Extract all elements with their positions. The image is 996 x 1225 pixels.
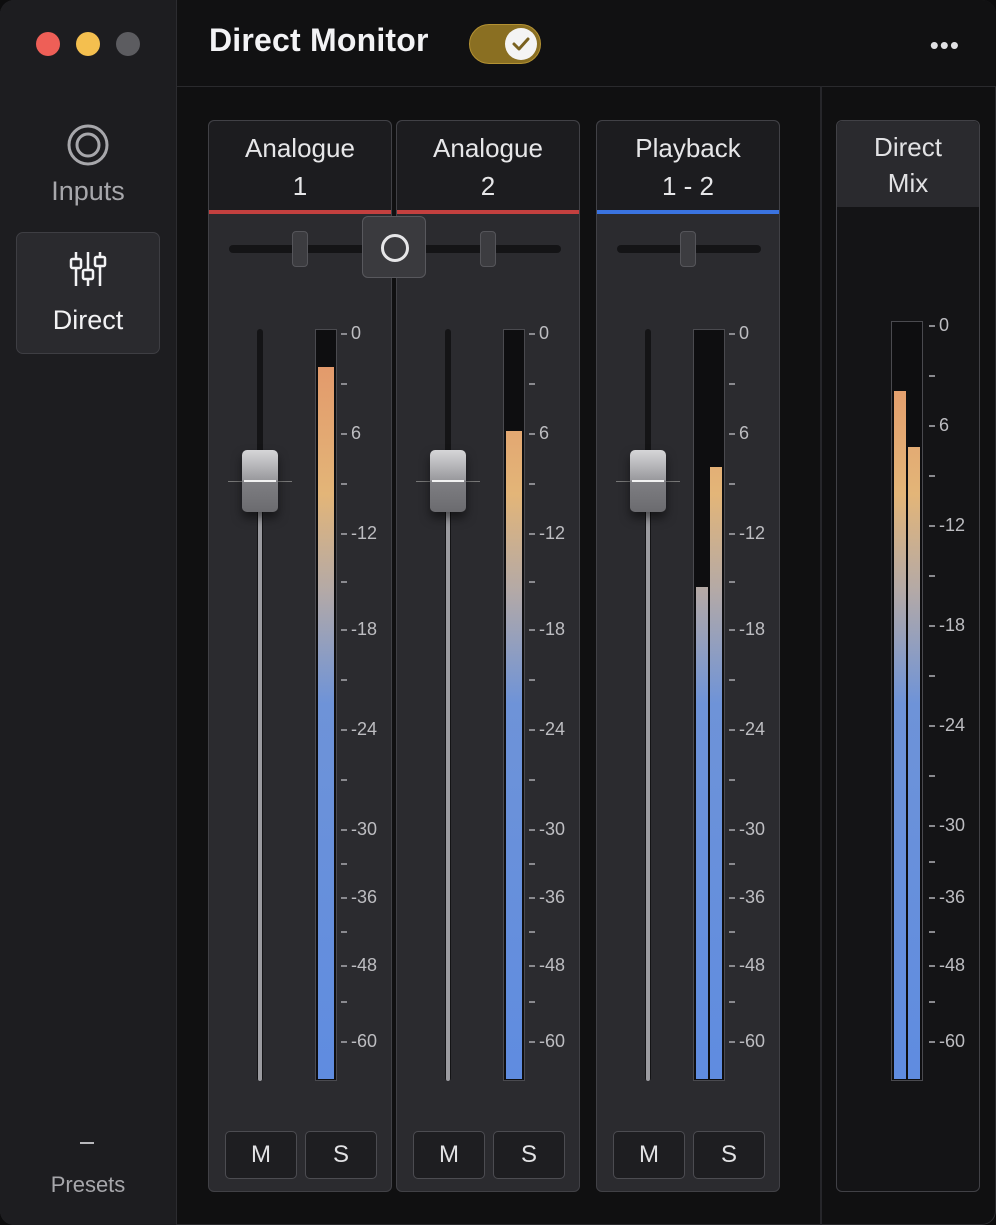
mix-divider <box>820 86 822 1225</box>
volume-fader[interactable] <box>257 329 263 1081</box>
checkmark-icon <box>512 37 530 51</box>
presets-collapse-icon[interactable] <box>80 1142 94 1144</box>
close-window-button[interactable] <box>36 32 60 56</box>
inputs-icon <box>65 122 111 173</box>
sidebar: Inputs Direct Presets <box>0 0 177 1225</box>
presets-label[interactable]: Presets <box>0 1172 176 1198</box>
mute-button[interactable]: M <box>225 1131 297 1179</box>
minimize-window-button[interactable] <box>76 32 100 56</box>
app-window: Inputs Direct Presets Direct Monitor •••… <box>0 0 996 1225</box>
page-title: Direct Monitor <box>209 22 429 58</box>
mix-name-line1: Direct <box>874 132 942 162</box>
volume-fader[interactable] <box>645 329 651 1081</box>
fader-handle[interactable] <box>630 450 666 512</box>
link-circle-icon <box>381 234 409 262</box>
channel-color-strip <box>397 210 579 214</box>
sidebar-item-inputs[interactable]: Inputs <box>16 106 160 228</box>
stereo-link-button[interactable] <box>362 216 426 278</box>
fader-handle[interactable] <box>242 450 278 512</box>
channel-strip-playback-1-2: Playback 1 - 2 0 6 -12 -18 -24 -30 -36 -… <box>596 120 780 1192</box>
mix-name-line2: Mix <box>887 168 929 198</box>
toggle-knob <box>505 28 537 60</box>
zoom-window-button[interactable] <box>116 32 140 56</box>
header: Direct Monitor ••• <box>177 0 996 87</box>
volume-fader[interactable] <box>445 329 451 1081</box>
sidebar-item-label: Direct <box>52 305 124 335</box>
mix-name: Direct Mix <box>837 121 979 207</box>
direct-mix-panel: Direct Mix 0 6 -12 -18 -24 -30 -36 -48 -… <box>836 120 980 1192</box>
channel-name: Analogue 2 <box>397 121 579 213</box>
channel-name-line2: 1 <box>292 171 308 201</box>
solo-button[interactable]: S <box>493 1131 565 1179</box>
channel-name: Analogue 1 <box>209 121 391 213</box>
channel-strip-analogue-2: Analogue 2 0 6 -12 -18 -24 -30 -36 -48 -… <box>396 120 580 1192</box>
channel-name-line2: 1 - 2 <box>661 171 715 201</box>
pan-knob[interactable] <box>680 231 696 267</box>
channel-name-line1: Playback <box>635 133 741 163</box>
channel-color-strip <box>597 210 779 214</box>
sidebar-item-label: Inputs <box>51 176 125 206</box>
solo-button[interactable]: S <box>305 1131 377 1179</box>
pan-knob[interactable] <box>292 231 308 267</box>
channel-color-strip <box>209 210 391 214</box>
mute-button[interactable]: M <box>413 1131 485 1179</box>
channel-name-line1: Analogue <box>433 133 543 163</box>
mixer-sliders-icon <box>68 249 108 294</box>
fader-handle[interactable] <box>430 450 466 512</box>
ellipsis-icon[interactable]: ••• <box>930 30 960 61</box>
solo-button[interactable]: S <box>693 1131 765 1179</box>
mix-level-meter <box>891 321 923 1081</box>
channel-strip-analogue-1: Analogue 1 0 6 -12 -18 -24 -30 -36 -48 -… <box>208 120 392 1192</box>
level-meter <box>503 329 525 1081</box>
channel-name: Playback 1 - 2 <box>597 121 779 213</box>
level-meter <box>693 329 725 1081</box>
channel-name-line2: 2 <box>480 171 496 201</box>
level-meter <box>315 329 337 1081</box>
direct-monitor-toggle[interactable] <box>469 24 541 64</box>
sidebar-item-direct[interactable]: Direct <box>16 232 160 354</box>
mute-button[interactable]: M <box>613 1131 685 1179</box>
channel-name-line1: Analogue <box>245 133 355 163</box>
pan-knob[interactable] <box>480 231 496 267</box>
